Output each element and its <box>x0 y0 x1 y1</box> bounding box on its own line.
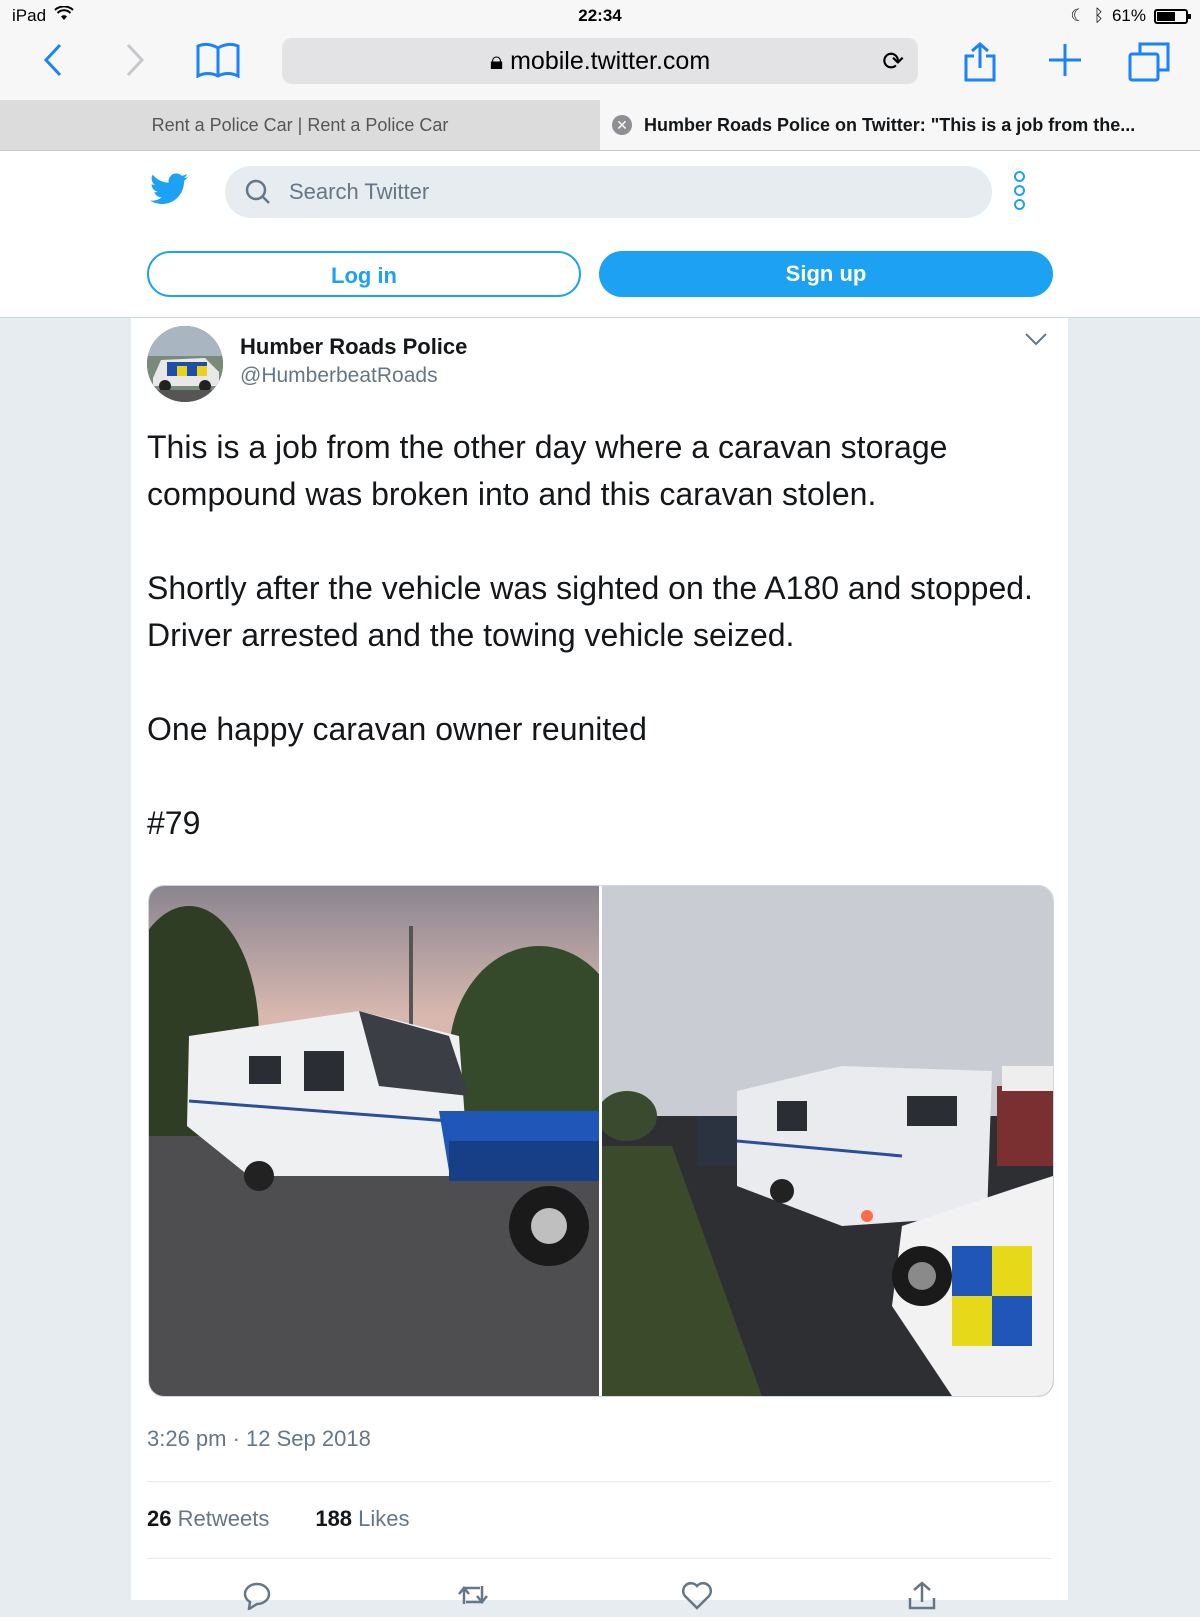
heart-icon[interactable] <box>681 1580 713 1617</box>
retweets-stat[interactable]: 26 Retweets <box>147 1506 269 1532</box>
twitter-header: Search Twitter Log in Sign up <box>0 151 1200 318</box>
tweet-media <box>148 885 1054 1397</box>
retweet-icon[interactable] <box>456 1580 490 1617</box>
battery-icon <box>1154 8 1191 24</box>
status-bar: iPad 22:34 ☾ ᛒ 61% <box>0 0 1200 32</box>
battery-percent: 61% <box>1111 6 1146 25</box>
search-icon <box>245 179 270 204</box>
tweet-timestamp[interactable]: 3:26 pm · 12 Sep 2018 <box>147 1426 371 1452</box>
author-name[interactable]: Humber Roads Police <box>240 334 467 360</box>
tweet-paragraph: This is a job from the other day where a… <box>147 429 948 512</box>
bookmarks-icon[interactable] <box>196 42 240 86</box>
tab-strip: Rent a Police Car | Rent a Police Car ✕ … <box>0 100 1200 151</box>
divider <box>147 1558 1052 1559</box>
tweet-stats: 26 Retweets 188 Likes <box>147 1506 410 1532</box>
back-icon[interactable] <box>42 42 64 86</box>
tweet-paragraph: Shortly after the vehicle was sighted on… <box>147 570 1033 653</box>
more-vertical-icon[interactable] <box>1014 171 1028 213</box>
share-sheet-icon[interactable] <box>964 42 996 90</box>
media-photo-caravan-2[interactable] <box>602 886 1053 1396</box>
twitter-bird-icon[interactable] <box>150 173 188 210</box>
signup-button[interactable]: Sign up <box>599 251 1053 297</box>
share-icon[interactable] <box>906 1580 938 1617</box>
tabs-overview-icon[interactable] <box>1128 42 1170 90</box>
tab-humber-roads-police[interactable]: ✕ Humber Roads Police on Twitter: "This … <box>600 100 1200 150</box>
tweet-text: This is a job from the other day where a… <box>147 424 1047 894</box>
media-photo-caravan-1[interactable] <box>149 886 602 1396</box>
forward-icon[interactable] <box>124 42 146 86</box>
divider <box>147 1481 1052 1482</box>
search-input[interactable]: Search Twitter <box>225 166 992 218</box>
retweets-label: Retweets <box>177 1506 270 1531</box>
status-time: 22:34 <box>578 6 622 25</box>
retweets-count: 26 <box>147 1506 172 1531</box>
address-bar[interactable]: 🔒︎ mobile.twitter.com ⟳ <box>282 38 918 84</box>
chevron-down-icon[interactable] <box>1024 332 1048 351</box>
url-text: mobile.twitter.com <box>510 47 711 75</box>
reload-icon[interactable]: ⟳ <box>882 46 904 77</box>
close-tab-icon[interactable]: ✕ <box>612 115 632 135</box>
reply-icon[interactable] <box>241 1580 273 1617</box>
likes-count: 188 <box>315 1506 353 1531</box>
hashtag-link[interactable]: #79 <box>147 800 1047 847</box>
tweet-actions <box>131 1580 1068 1612</box>
tweet-card: Humber Roads Police @HumberbeatRoads Thi… <box>131 318 1068 1612</box>
search-placeholder: Search Twitter <box>289 179 430 204</box>
likes-label: Likes <box>358 1506 410 1531</box>
tweet-paragraph: One happy caravan owner reunited <box>147 711 647 747</box>
tab-label: Rent a Police Car | Rent a Police Car <box>151 115 449 135</box>
login-button[interactable]: Log in <box>147 251 581 297</box>
avatar[interactable] <box>147 326 223 402</box>
new-tab-icon[interactable] <box>1047 42 1083 86</box>
tab-rent-police-car[interactable]: Rent a Police Car | Rent a Police Car <box>0 100 600 150</box>
lock-icon: 🔒︎ <box>489 47 504 75</box>
likes-stat[interactable]: 188 Likes <box>315 1506 409 1532</box>
bluetooth-icon: ᛒ <box>1093 6 1104 25</box>
tab-label: Humber Roads Police on Twitter: "This is… <box>644 115 1136 135</box>
author-handle[interactable]: @HumberbeatRoads <box>240 364 438 388</box>
moon-icon: ☾ <box>1070 6 1086 25</box>
